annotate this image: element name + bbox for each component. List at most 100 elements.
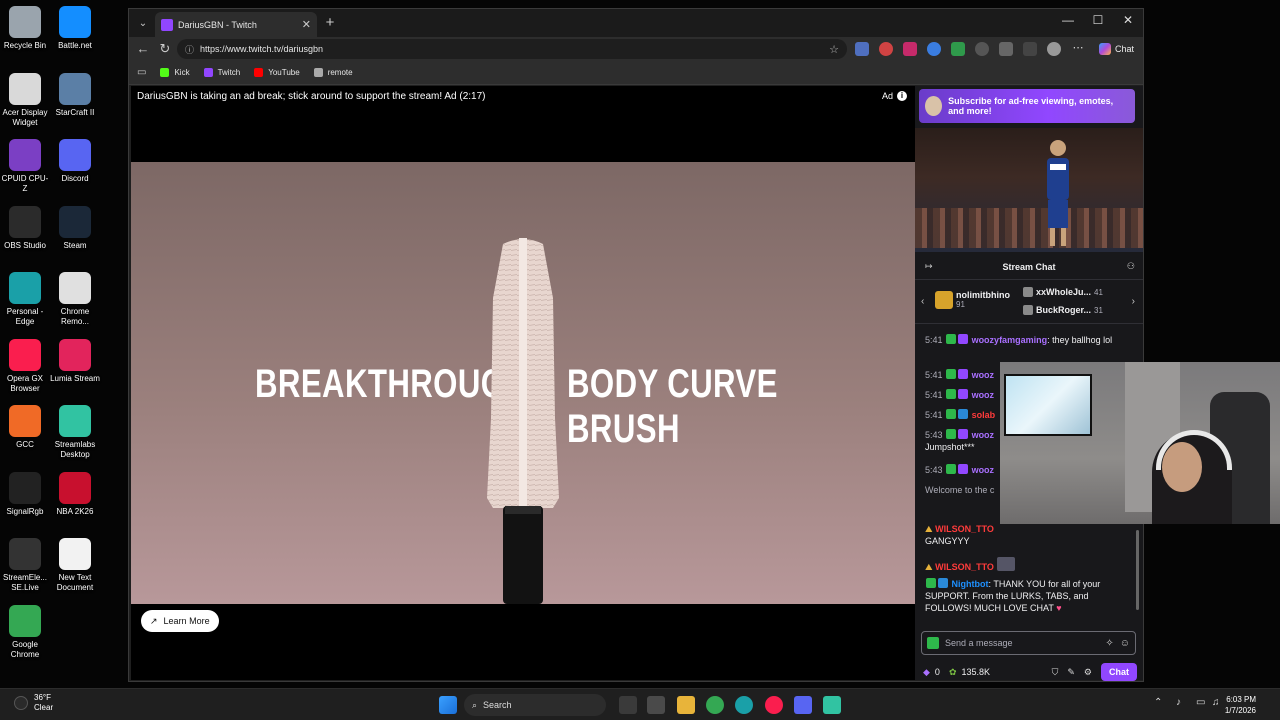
mini-stream-preview[interactable] <box>915 128 1143 252</box>
ad-label[interactable]: Ad i <box>882 91 907 101</box>
edge-taskbar-icon[interactable] <box>735 696 753 714</box>
emote-picker-icon[interactable]: ☺ <box>1120 638 1130 649</box>
desktop-shortcut[interactable]: Chrome Remo... <box>50 272 100 327</box>
extension-icon[interactable] <box>927 42 941 56</box>
settings-gear-icon[interactable]: ⚙ <box>1084 667 1092 678</box>
desktop-shortcut[interactable]: Streamlabs Desktop <box>50 405 100 460</box>
system-clock[interactable]: 6:03 PM 1/7/2026 <box>1225 694 1256 716</box>
desktop-shortcut[interactable]: Steam <box>50 205 100 251</box>
video-player[interactable]: DariusGBN is taking an ad break; stick a… <box>131 86 915 680</box>
message-username[interactable]: woozyfamgaming <box>972 335 1048 345</box>
streamlabs-taskbar-icon[interactable] <box>823 696 841 714</box>
chat-send-button[interactable]: Chat <box>1101 663 1137 681</box>
close-tab-icon[interactable]: ✕ <box>302 18 311 31</box>
volume-icon[interactable]: ♫ <box>1212 697 1220 708</box>
desktop-shortcut[interactable]: Opera GX Browser <box>0 338 50 394</box>
extensions-puzzle-icon[interactable] <box>999 42 1013 56</box>
extension-icon[interactable] <box>903 42 917 56</box>
desktop-shortcut[interactable]: Recycle Bin <box>0 6 50 51</box>
message-username[interactable]: wooz <box>972 465 995 475</box>
maximize-button[interactable]: ☐ <box>1083 13 1113 27</box>
tray-overflow-icon[interactable]: ⌃ <box>1154 697 1162 708</box>
tab-twitch[interactable]: DariusGBN - Twitch ✕ <box>155 12 317 37</box>
file-explorer-icon[interactable] <box>677 696 695 714</box>
power-up-icon[interactable] <box>927 637 939 649</box>
desktop-shortcut[interactable]: Discord <box>50 139 100 184</box>
send-message-input[interactable]: Send a message ✧ ☺ <box>921 631 1136 655</box>
bookmark-remote[interactable]: remote <box>313 68 353 77</box>
desktop-shortcut-label: Chrome Remo... <box>60 307 90 326</box>
network-icon[interactable]: ▭ <box>1196 697 1205 708</box>
refresh-extension-icon[interactable] <box>975 42 989 56</box>
more-menu-icon[interactable]: ⋯ <box>1071 42 1085 56</box>
favorite-star-icon[interactable]: ☆ <box>829 43 839 56</box>
bookmark-twitch[interactable]: Twitch <box>203 68 240 77</box>
minimize-button[interactable]: — <box>1053 13 1083 27</box>
subscribe-banner[interactable]: Subscribe for ad-free viewing, emotes, a… <box>919 89 1135 123</box>
bookmark-youtube[interactable]: YouTube <box>254 68 300 77</box>
desktop-shortcut[interactable]: Personal - Edge <box>0 272 50 327</box>
desktop-shortcut[interactable]: CPUID CPU-Z <box>0 139 50 194</box>
message-username[interactable]: wooz <box>972 370 995 380</box>
learn-more-button[interactable]: ↗ Learn More <box>141 610 219 632</box>
chrome-taskbar-icon[interactable] <box>706 696 724 714</box>
opera-taskbar-icon[interactable] <box>765 696 783 714</box>
chat-scrollbar[interactable] <box>1136 530 1139 610</box>
widgets-icon[interactable] <box>647 696 665 714</box>
desktop-shortcut[interactable]: StreamEle... SE.Live <box>0 538 50 593</box>
leaderboard-next-icon[interactable]: › <box>1132 296 1135 307</box>
desktop-shortcut[interactable]: OBS Studio <box>0 205 50 251</box>
copilot-chat-button[interactable]: Chat <box>1093 40 1140 58</box>
taskbar-search[interactable]: ⌕ Search <box>464 694 606 716</box>
reading-view-icon[interactable]: ▭ <box>137 67 146 78</box>
site-info-icon[interactable]: ⓘ <box>185 43 194 56</box>
copilot-chat-label: Chat <box>1115 44 1135 54</box>
desktop-shortcut[interactable]: New Text Document <box>50 538 100 593</box>
message-username[interactable]: solab <box>972 410 996 420</box>
leaderboard-prev-icon[interactable]: ‹ <box>921 296 924 307</box>
community-icon[interactable]: ⚇ <box>1127 261 1135 272</box>
refresh-icon[interactable]: ↻ <box>157 41 173 57</box>
message-username[interactable]: Nightbot <box>952 579 989 589</box>
close-window-button[interactable]: ✕ <box>1113 13 1143 27</box>
ad-info-icon[interactable]: i <box>897 91 907 101</box>
weather-widget[interactable]: 36°F Clear <box>14 693 53 713</box>
extension-icon[interactable] <box>879 42 893 56</box>
desktop-shortcut[interactable]: SignalRgb <box>0 471 50 517</box>
message-username[interactable]: WILSON_TTO <box>935 524 994 534</box>
bits-icon[interactable]: ✧ <box>1105 638 1113 649</box>
tab-list-icon[interactable]: ⌄ <box>135 15 151 31</box>
channel-points-icon[interactable]: ✿ <box>949 667 957 678</box>
leaderboard-entry[interactable]: xxWholeJu... 41 <box>1023 287 1103 297</box>
desktop-shortcut[interactable]: Lumia Stream <box>50 338 100 384</box>
leaderboard-entry[interactable]: BuckRoger... 31 <box>1023 305 1103 315</box>
microphone-icon[interactable]: ♪ <box>1176 697 1181 708</box>
desktop-shortcut[interactable]: StarCraft II <box>50 72 100 118</box>
bits-balance-icon[interactable]: ◆ <box>923 667 930 678</box>
message-username[interactable]: wooz <box>972 390 995 400</box>
extension-icon[interactable] <box>951 42 965 56</box>
url-field[interactable]: ⓘ https://www.twitch.tv/dariusgbn ☆ <box>177 39 847 59</box>
desktop-shortcut[interactable]: NBA 2K26 <box>50 471 100 517</box>
new-tab-button[interactable]: + <box>321 14 339 31</box>
task-view-icon[interactable] <box>619 696 637 714</box>
discord-taskbar-icon[interactable] <box>794 696 812 714</box>
desktop-shortcut[interactable]: Acer Display Widget <box>0 72 50 128</box>
ad-creative[interactable]: BREAKTHROUGH BODY CURVE BRUSH <box>131 162 915 604</box>
desktop-shortcut[interactable]: Google Chrome <box>0 604 50 660</box>
back-icon[interactable]: ← <box>135 41 151 57</box>
desktop-shortcut[interactable]: GCC <box>0 405 50 450</box>
shield-icon[interactable]: ⛉ <box>1052 667 1059 678</box>
profile-avatar-icon[interactable] <box>1047 42 1061 56</box>
channel-points-balance[interactable]: 135.8K <box>961 667 990 677</box>
start-icon[interactable] <box>439 696 457 714</box>
message-username[interactable]: WILSON_TTO <box>935 562 994 572</box>
desktop-shortcut[interactable]: Battle.net <box>50 6 100 51</box>
bookmark-kick[interactable]: Kick <box>160 68 190 77</box>
collapse-chat-icon[interactable]: ↦ <box>925 261 933 272</box>
favorites-icon[interactable] <box>1023 42 1037 56</box>
pencil-icon[interactable]: ✎ <box>1067 667 1075 678</box>
leaderboard-entry[interactable]: nolimitbhino 91 <box>935 290 1010 309</box>
extension-icon[interactable] <box>855 42 869 56</box>
message-username[interactable]: wooz <box>972 430 995 440</box>
